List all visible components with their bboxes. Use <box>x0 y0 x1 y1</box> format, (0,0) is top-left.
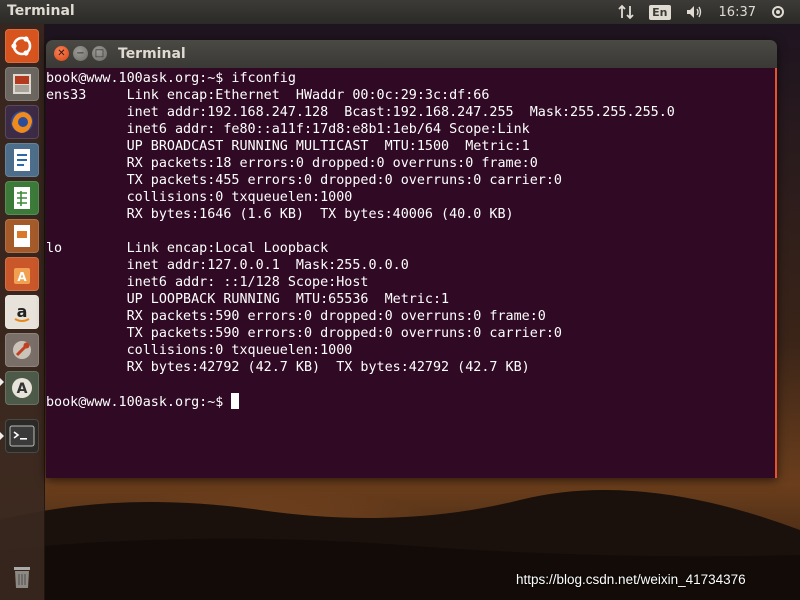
firefox-icon[interactable] <box>5 105 39 139</box>
terminal-line: RX packets:590 errors:0 dropped:0 overru… <box>126 309 546 324</box>
top-panel: Terminal En 16:37 <box>0 0 800 24</box>
minimize-icon[interactable]: − <box>73 46 88 61</box>
terminal-prompt: book@www.100ask.org:~$ <box>46 395 232 410</box>
keyboard-layout-indicator[interactable]: En <box>649 4 671 20</box>
updater-icon[interactable]: A <box>5 371 39 405</box>
amazon-icon[interactable]: a <box>5 295 39 329</box>
unity-launcher: A a A <box>0 24 45 600</box>
terminal-line: book@www.100ask.org:~$ ifconfig <box>46 71 296 86</box>
terminal-line: inet6 addr: ::1/128 Scope:Host <box>126 275 369 290</box>
close-icon[interactable]: ✕ <box>54 46 69 61</box>
terminal-line: RX bytes:42792 (42.7 KB) TX bytes:42792 … <box>126 360 530 375</box>
terminal-line: RX bytes:1646 (1.6 KB) TX bytes:40006 (4… <box>126 207 514 222</box>
terminal-line: inet6 addr: fe80::a11f:17d8:e8b1:1eb/64 … <box>126 122 530 137</box>
terminal-line: collisions:0 txqueuelen:1000 <box>126 190 353 205</box>
terminal-line: inet addr:192.168.247.128 Bcast:192.168.… <box>126 105 675 120</box>
clock[interactable]: 16:37 <box>719 5 756 20</box>
presentation-icon[interactable] <box>5 219 39 253</box>
svg-text:a: a <box>17 302 28 321</box>
terminal-line: TX packets:590 errors:0 dropped:0 overru… <box>126 326 562 341</box>
volume-icon[interactable] <box>685 4 705 20</box>
terminal-line: UP BROADCAST RUNNING MULTICAST MTU:1500 … <box>126 139 530 154</box>
window-titlebar[interactable]: ✕ − □ Terminal <box>46 40 777 68</box>
file-cabinet-icon[interactable] <box>5 67 39 101</box>
terminal-window: ✕ − □ Terminal book@www.100ask.org:~$ if… <box>46 40 777 478</box>
svg-text:A: A <box>17 381 28 397</box>
terminal-icon[interactable] <box>5 419 39 453</box>
maximize-icon[interactable]: □ <box>92 46 107 61</box>
terminal-line: inet addr:127.0.0.1 Mask:255.0.0.0 <box>126 258 409 273</box>
watermark-url: https://blog.csdn.net/weixin_41734376 <box>516 572 746 587</box>
terminal-line: lo Link encap:Local Loopback <box>46 241 329 256</box>
wrench-icon[interactable] <box>5 333 39 367</box>
launcher-active-indicator <box>0 378 4 386</box>
launcher-running-indicator <box>0 432 4 440</box>
terminal-cursor <box>231 393 240 409</box>
terminal-output: book@www.100ask.org:~$ ifconfig ens33 Li… <box>46 68 775 411</box>
svg-text:A: A <box>17 270 27 284</box>
active-app-title: Terminal <box>7 3 75 19</box>
spreadsheet-icon[interactable] <box>5 181 39 215</box>
shopping-bag-icon[interactable]: A <box>5 257 39 291</box>
terminal-line: ens33 Link encap:Ethernet HWaddr 00:0c:2… <box>46 88 490 103</box>
power-gear-icon[interactable] <box>770 4 786 20</box>
terminal-line: TX packets:455 errors:0 dropped:0 overru… <box>126 173 562 188</box>
terminal-output-area[interactable]: book@www.100ask.org:~$ ifconfig ens33 Li… <box>46 68 777 478</box>
terminal-line: collisions:0 txqueuelen:1000 <box>126 343 353 358</box>
system-tray: En 16:37 <box>617 0 800 24</box>
ubuntu-logo-icon[interactable] <box>5 29 39 63</box>
terminal-line: UP LOOPBACK RUNNING MTU:65536 Metric:1 <box>126 292 450 307</box>
document-icon[interactable] <box>5 143 39 177</box>
network-transfer-icon[interactable] <box>617 4 635 20</box>
trash-icon[interactable] <box>5 560 39 594</box>
terminal-line: RX packets:18 errors:0 dropped:0 overrun… <box>126 156 538 171</box>
window-title: Terminal <box>118 46 186 62</box>
